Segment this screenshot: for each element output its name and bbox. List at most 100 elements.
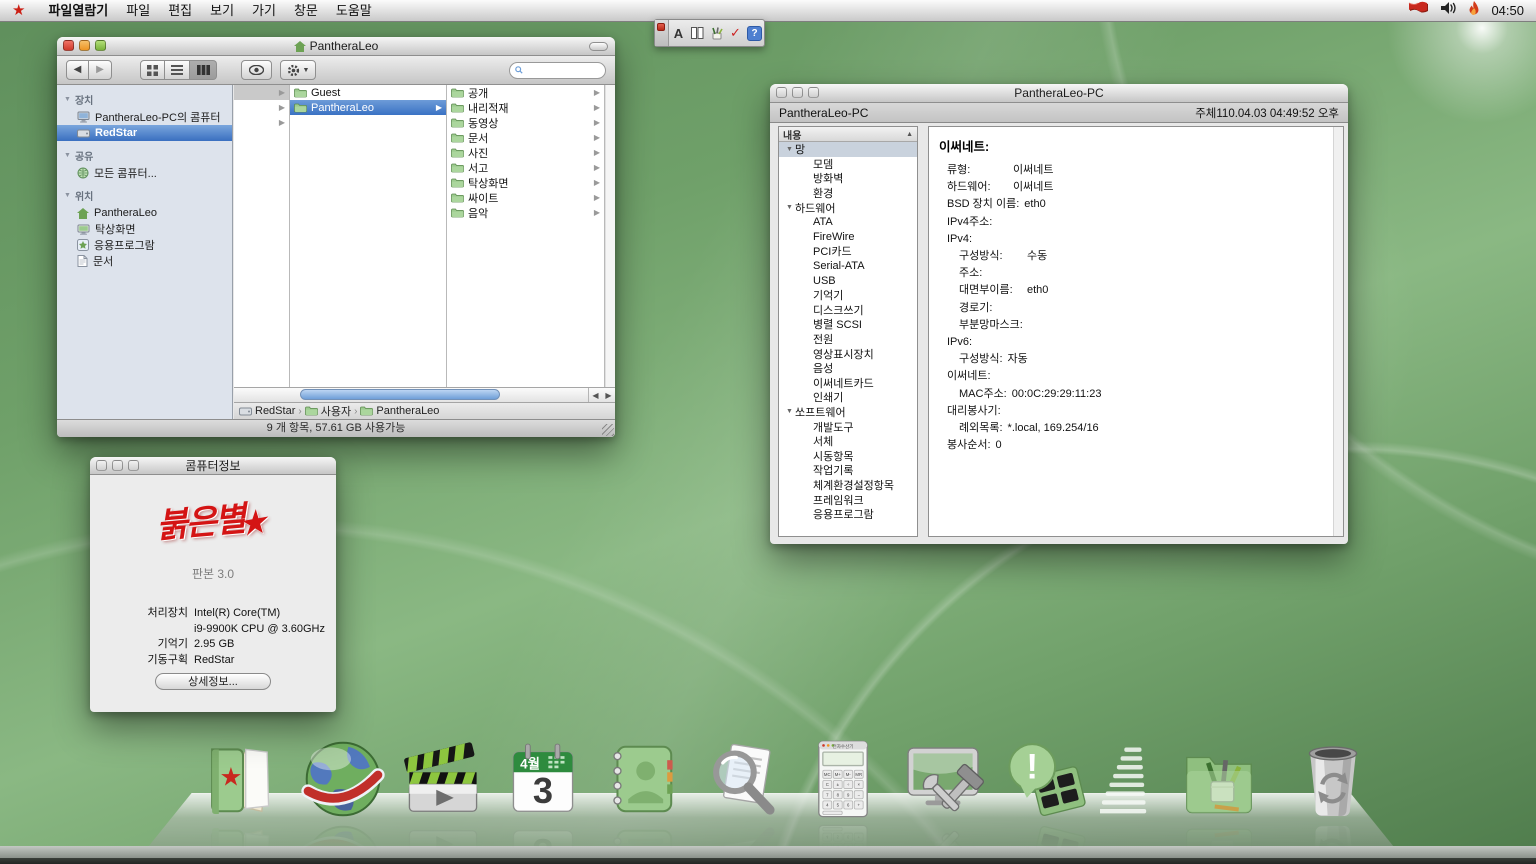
forward-button[interactable]: ▶ [89, 60, 112, 80]
sidebar-item[interactable]: 문서 [57, 253, 232, 269]
menu-item-5[interactable]: 창문 [285, 0, 327, 22]
volume-icon[interactable] [1440, 1, 1457, 20]
sidebar-item[interactable]: 응용프로그람 [57, 237, 232, 253]
dock-item-movie-player[interactable] [398, 734, 488, 822]
disclosure-triangle-icon[interactable]: ▼ [786, 408, 795, 415]
dock-item-web-browser[interactable] [298, 734, 388, 822]
resize-grip[interactable] [602, 424, 614, 436]
column-row[interactable]: 내리적재▶ [447, 100, 604, 115]
minimize-button[interactable] [79, 40, 90, 51]
more-info-button[interactable]: 상세정보... [155, 673, 271, 690]
tree-item[interactable]: 서체 [779, 434, 917, 449]
flame-icon[interactable] [1468, 1, 1480, 21]
sidebar-item[interactable]: 탁상화면 [57, 221, 232, 237]
column-row[interactable]: ▶ [234, 115, 289, 130]
menu-item-1[interactable]: 파일 [117, 0, 159, 22]
about-titlebar[interactable]: 콤퓨터정보 [90, 457, 336, 475]
tree-item[interactable]: 체계환경설정항목 [779, 478, 917, 493]
scrollbar-thumb[interactable] [300, 389, 500, 400]
file-manager-titlebar[interactable]: PantheraLeo [57, 37, 615, 56]
tree-header[interactable]: 내용 ▲ [779, 127, 917, 142]
menu-item-6[interactable]: 도움말 [327, 0, 381, 22]
dock-item-diagnostics[interactable]: !! [998, 734, 1088, 822]
tree-item[interactable]: 시동항목 [779, 448, 917, 463]
scroll-right-icon[interactable]: ▶ [602, 391, 615, 400]
column-row[interactable]: ▶ [234, 85, 289, 100]
column-row[interactable]: 공개▶ [447, 85, 604, 100]
red-star-logo-icon[interactable]: ★ [12, 0, 25, 22]
tree-item[interactable]: FireWire [779, 230, 917, 245]
zoom-button[interactable] [808, 87, 819, 98]
icon-view-button[interactable] [140, 60, 165, 80]
tree-item[interactable]: PCI카드 [779, 244, 917, 259]
profiler-titlebar[interactable]: PantheraLeo-PC [770, 84, 1348, 103]
tree-item[interactable]: 영상표시장치 [779, 346, 917, 361]
scroll-left-icon[interactable]: ◀ [589, 391, 602, 400]
sidebar-section-header[interactable]: ▼장치 [57, 85, 232, 109]
column-row[interactable]: 음악▶ [447, 205, 604, 220]
flag-icon[interactable] [1408, 1, 1429, 20]
dock-item-address-book[interactable] [598, 734, 688, 822]
tree-item[interactable]: 음성 [779, 361, 917, 376]
column-row[interactable]: PantheraLeo▶ [290, 100, 446, 115]
search-input[interactable] [526, 64, 600, 77]
menu-item-2[interactable]: 편집 [159, 0, 201, 22]
pens-tool-button[interactable] [707, 20, 726, 46]
vertical-scrollbar[interactable] [605, 85, 615, 387]
close-button[interactable] [96, 460, 107, 471]
horizontal-scrollbar[interactable]: ◀▶ [234, 387, 615, 402]
dock-item-system-tools[interactable] [898, 734, 988, 822]
dock-item-calculator[interactable]: 전자수산기MCM+M-MRC±÷×789−456+전자수산기MCM+M-MRC±… [798, 734, 888, 822]
tree-item[interactable]: Serial-ATA [779, 259, 917, 274]
disclosure-triangle-icon[interactable]: ▼ [786, 146, 795, 153]
dock-item-utilities[interactable] [1174, 734, 1264, 822]
help-tool-button[interactable]: ? [745, 20, 764, 46]
toolbar-toggle-button[interactable] [589, 42, 608, 51]
path-item[interactable]: RedStar [239, 405, 295, 417]
column-row[interactable]: 사진▶ [447, 145, 604, 160]
tree-item[interactable]: 디스크쓰기 [779, 303, 917, 318]
tree-item[interactable]: 환경 [779, 186, 917, 201]
tree-item[interactable]: 기억기 [779, 288, 917, 303]
disclosure-triangle-icon[interactable]: ▼ [786, 204, 795, 211]
sidebar-item[interactable]: 모든 콤퓨터... [57, 165, 232, 181]
menu-item-0[interactable]: 파일열람기 [39, 0, 117, 22]
sidebar-section-header[interactable]: ▼위치 [57, 181, 232, 205]
dock-item-preview[interactable] [698, 734, 788, 822]
column-row[interactable]: 동영상▶ [447, 115, 604, 130]
sidebar-item[interactable]: PantheraLeo [57, 205, 232, 221]
font-tool-button[interactable]: A [669, 20, 688, 46]
minimize-button[interactable] [112, 460, 123, 471]
tree-item[interactable]: ▼하드웨어 [779, 200, 917, 215]
column-row[interactable]: 싸이트▶ [447, 190, 604, 205]
dock-item-trash[interactable] [1288, 734, 1378, 822]
column-view-button[interactable] [190, 60, 217, 80]
tree-item[interactable]: ▼쏘프트웨어 [779, 405, 917, 420]
sidebar-item[interactable]: RedStar [57, 125, 232, 141]
column-row[interactable]: 탁상화면▶ [447, 175, 604, 190]
close-button[interactable] [63, 40, 74, 51]
column-row[interactable]: Guest [290, 85, 446, 100]
tree-item[interactable]: 이써네트카드 [779, 376, 917, 391]
check-tool-button[interactable]: ✓ [726, 20, 745, 46]
palette-handle[interactable] [655, 20, 669, 46]
dock-item-file-manager[interactable]: ★★ [198, 734, 288, 822]
column-row[interactable]: 서고▶ [447, 160, 604, 175]
tree-item[interactable]: 모뎀 [779, 157, 917, 172]
menu-item-3[interactable]: 보기 [201, 0, 243, 22]
close-button[interactable] [776, 87, 787, 98]
tree-item[interactable]: ATA [779, 215, 917, 230]
tree-item[interactable]: 전원 [779, 332, 917, 347]
tree-item[interactable]: 방화벽 [779, 171, 917, 186]
palette-close-icon[interactable] [657, 23, 665, 31]
path-item[interactable]: PantheraLeo [360, 405, 439, 417]
back-button[interactable]: ◀ [66, 60, 89, 80]
zoom-button[interactable] [95, 40, 106, 51]
dock-item-calendar[interactable]: 4월34월3 [498, 734, 588, 822]
tree-item[interactable]: 프레임워크 [779, 492, 917, 507]
quicklook-button[interactable] [241, 60, 272, 80]
tree-item[interactable]: 인쇄기 [779, 390, 917, 405]
tree-item[interactable]: 응용프로그람 [779, 507, 917, 522]
sidebar-section-header[interactable]: ▼공유 [57, 141, 232, 165]
minimize-button[interactable] [792, 87, 803, 98]
